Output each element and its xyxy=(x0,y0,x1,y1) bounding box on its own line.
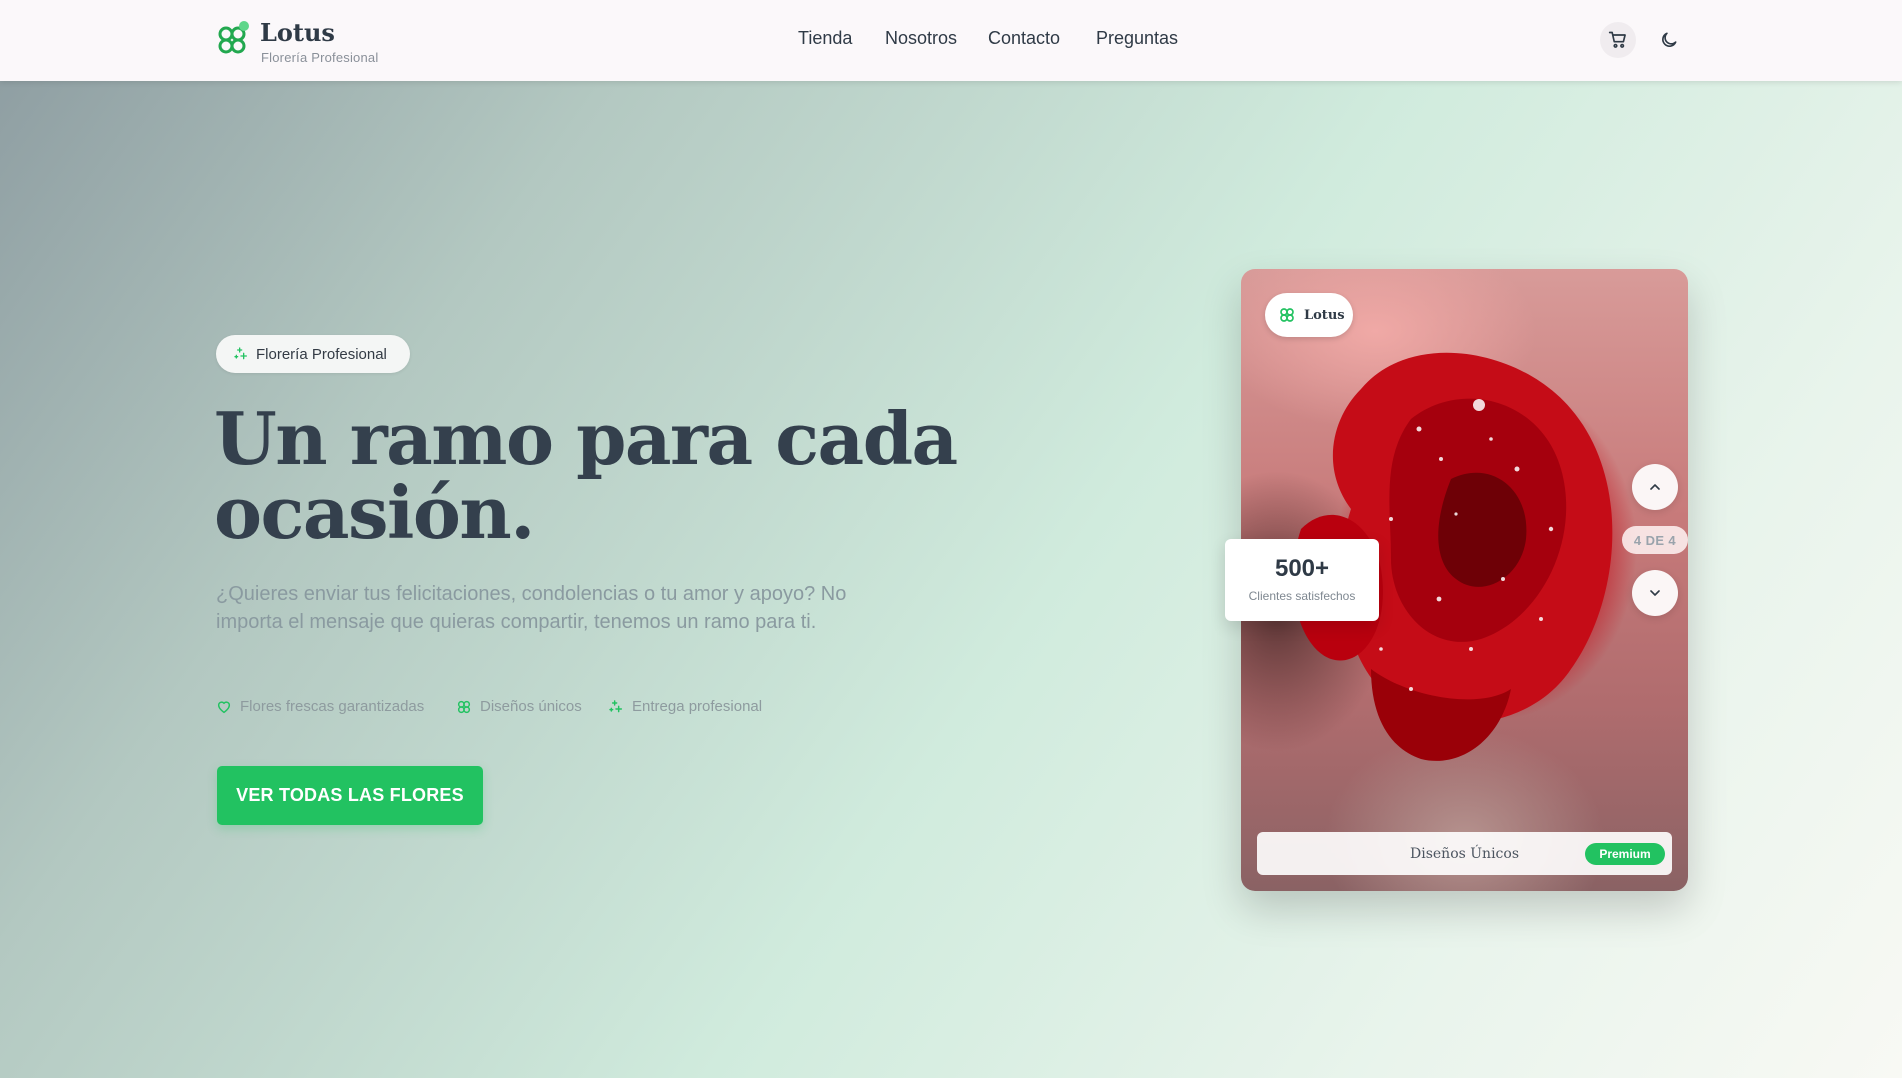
chevron-down-icon xyxy=(1650,590,1660,596)
sparkle-icon xyxy=(234,347,247,360)
cart-icon xyxy=(1608,31,1626,48)
feature-fresh: Flores frescas garantizadas xyxy=(216,698,424,715)
nav-item-tienda[interactable]: Tienda xyxy=(798,28,852,49)
hero-title-line2: ocasión. xyxy=(214,470,535,555)
slide-counter: 4 DE 4 xyxy=(1622,526,1688,554)
premium-tag: Premium xyxy=(1585,843,1665,865)
brand-tagline: Florería Profesional xyxy=(261,50,379,65)
theme-toggle-button[interactable] xyxy=(1651,22,1687,58)
prev-slide-button[interactable] xyxy=(1632,464,1678,510)
card-caption-bar: Diseños Únicos Premium xyxy=(1257,832,1672,875)
flower-icon xyxy=(457,700,471,713)
nav-item-preguntas[interactable]: Preguntas xyxy=(1096,28,1178,49)
card-brand-label: Lotus xyxy=(1304,307,1345,323)
site-header: Lotus Florería Profesional Tienda Nosotr… xyxy=(0,0,1902,81)
feature-delivery: Entrega profesional xyxy=(608,698,762,715)
feature-label: Diseños únicos xyxy=(480,698,582,715)
stat-value: 500+ xyxy=(1274,555,1330,582)
nav-item-contacto[interactable]: Contacto xyxy=(988,28,1060,49)
cart-button[interactable] xyxy=(1600,22,1636,58)
flower-icon xyxy=(1280,308,1294,322)
feature-unique: Diseños únicos xyxy=(456,698,582,715)
feature-label: Entrega profesional xyxy=(632,698,763,715)
hero-badge: Florería Profesional xyxy=(216,335,410,373)
next-slide-button[interactable] xyxy=(1632,570,1678,616)
hero-description: ¿Quieres enviar tus felicitaciones, cond… xyxy=(216,583,847,633)
feature-label: Flores frescas garantizadas xyxy=(240,698,425,715)
moon-icon xyxy=(1662,32,1677,47)
sparkle-icon xyxy=(609,699,623,712)
hero-badge-label: Florería Profesional xyxy=(256,345,387,363)
stat-card: 500+ Clientes satisfechos xyxy=(1225,539,1379,621)
hero-title: Un ramo para cada ocasión. xyxy=(214,402,974,550)
heart-icon xyxy=(217,700,231,713)
hero-title-line1: Un ramo para cada xyxy=(214,396,958,481)
nav-item-nosotros[interactable]: Nosotros xyxy=(885,28,957,49)
view-all-flowers-button[interactable]: VER TODAS LAS FLORES xyxy=(217,766,483,825)
card-brand-badge: Lotus xyxy=(1265,293,1353,337)
stat-label: Clientes satisfechos xyxy=(1248,589,1356,603)
chevron-up-icon xyxy=(1650,484,1660,490)
